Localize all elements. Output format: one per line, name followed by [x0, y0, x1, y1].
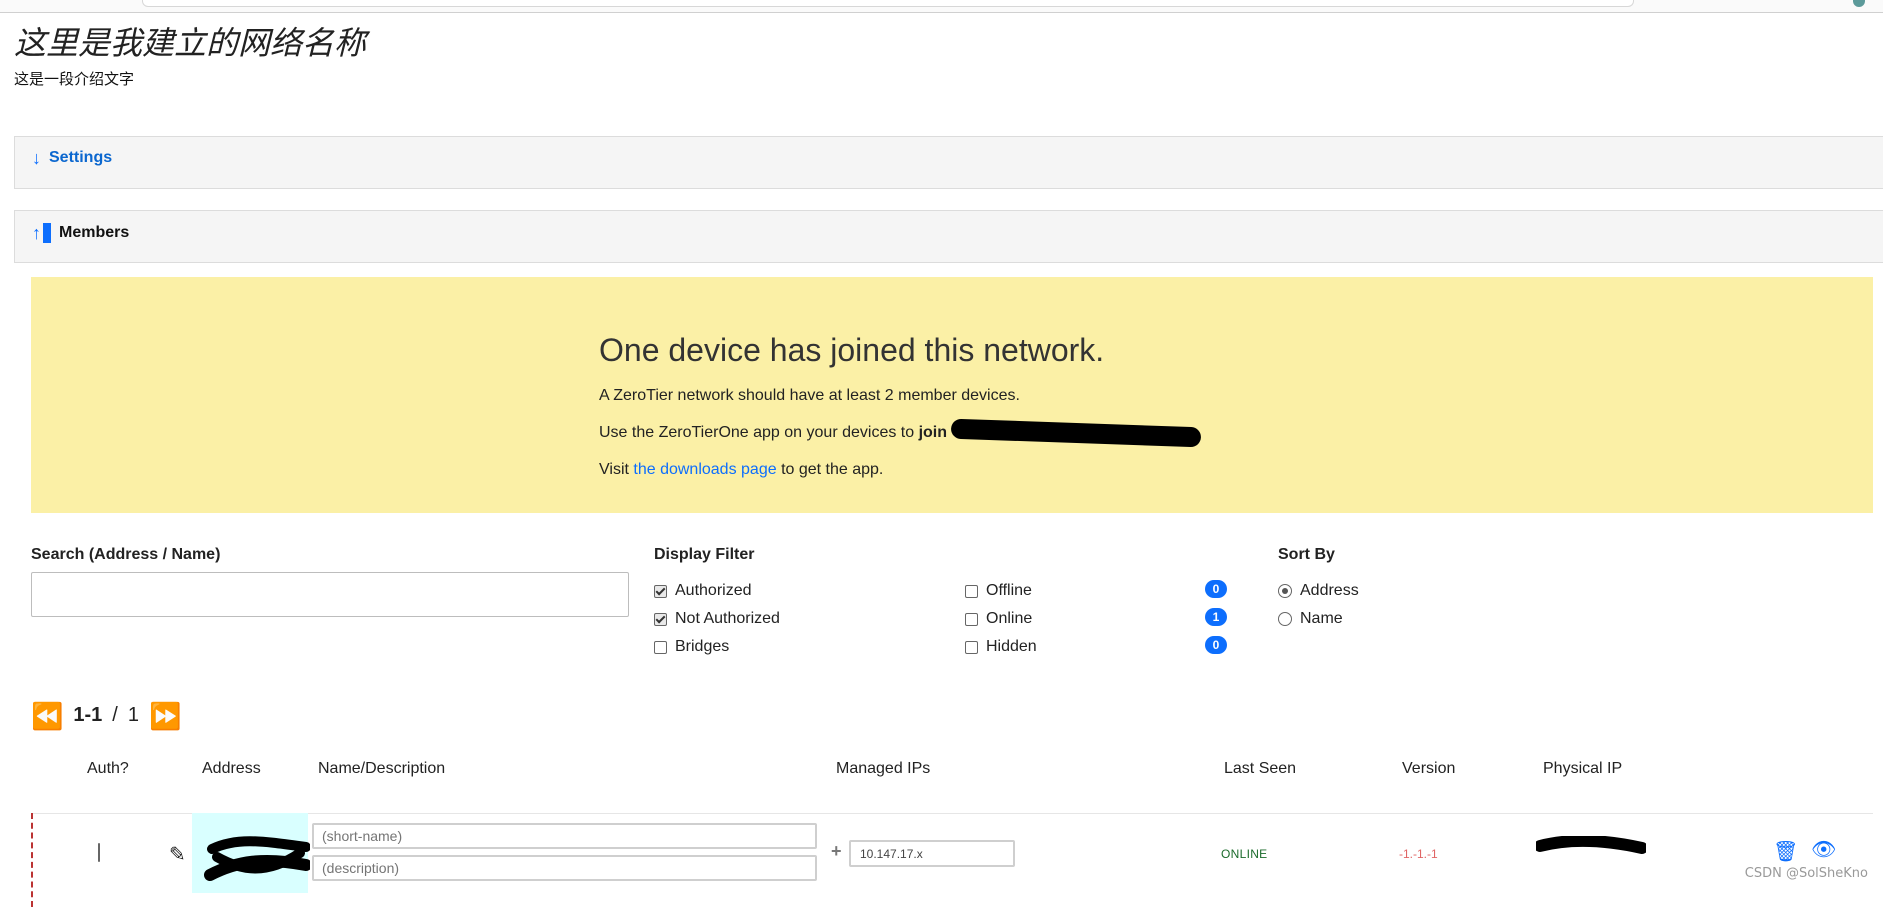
- downloads-link[interactable]: the downloads page: [633, 461, 776, 478]
- checkbox[interactable]: [965, 640, 978, 654]
- filter-online[interactable]: Online: [965, 610, 1032, 628]
- sort-name-label: Name: [1300, 610, 1343, 627]
- checkbox[interactable]: [654, 640, 667, 654]
- notice-headline: One device has joined this network.: [599, 332, 1105, 368]
- top-right-avatar[interactable]: [1853, 0, 1865, 7]
- search-label: Search (Address / Name): [31, 546, 221, 563]
- short-name-input[interactable]: [312, 823, 817, 849]
- managed-ip-field[interactable]: 10.147.17.x: [849, 840, 1015, 867]
- filter-not-authorized-label: Not Authorized: [675, 610, 780, 627]
- eye-slash-icon[interactable]: 👁: [1811, 837, 1836, 862]
- trash-icon[interactable]: 🗑: [1773, 839, 1798, 864]
- redacted-physical-ip: [1536, 836, 1646, 854]
- redacted-address: [204, 836, 310, 881]
- filter-online-label: Online: [986, 610, 1033, 627]
- fast-forward-icon[interactable]: ⏩: [149, 703, 181, 729]
- notice-line2: Use the ZeroTierOne app on your devices …: [599, 418, 1299, 448]
- text-cursor: [43, 223, 51, 243]
- members-table-header: Auth? Address Name/Description Managed I…: [31, 760, 1873, 788]
- arrow-down-icon: ↓: [32, 148, 41, 168]
- sort-address-label: Address: [1300, 582, 1359, 599]
- sort-label: Sort By: [1278, 546, 1335, 563]
- filter-not-authorized[interactable]: Not Authorized: [654, 610, 780, 628]
- th-address: Address: [202, 760, 261, 777]
- address-cell[interactable]: [192, 813, 310, 893]
- notice-line2-prefix: Use the ZeroTierOne app on your devices …: [599, 424, 919, 442]
- arrow-up-icon: ↑: [32, 223, 41, 243]
- settings-toggle[interactable]: ↓ Settings: [32, 149, 112, 167]
- checkbox[interactable]: [965, 584, 978, 598]
- th-auth: Auth?: [87, 760, 129, 777]
- notice-line2-bold: join: [918, 424, 948, 442]
- browser-top-strip: [0, 0, 1883, 13]
- radio[interactable]: [1278, 612, 1292, 626]
- top-search-bar[interactable]: [142, 0, 1634, 7]
- search-input[interactable]: [31, 572, 629, 617]
- plus-icon[interactable]: +: [831, 841, 842, 862]
- filter-bridges[interactable]: Bridges: [654, 638, 729, 656]
- checkbox[interactable]: [654, 612, 667, 626]
- filter-offline-label: Offline: [986, 582, 1032, 599]
- checkbox[interactable]: [654, 584, 667, 598]
- watermark: CSDN @SolSheKno: [1744, 866, 1868, 881]
- members-toggle[interactable]: ↑ Members: [32, 223, 129, 243]
- last-seen-status: ONLINE: [1221, 847, 1268, 861]
- th-managed-ips: Managed IPs: [836, 760, 931, 777]
- offline-count-badge: 0: [1205, 580, 1227, 598]
- pager-range: 1-1: [73, 704, 103, 726]
- settings-label: Settings: [49, 149, 113, 166]
- th-physical-ip: Physical IP: [1543, 760, 1623, 777]
- notice-line3-suffix: to get the app.: [776, 461, 884, 478]
- display-filter-block: Display Filter Authorized Not Authorized…: [654, 546, 1227, 655]
- filter-authorized[interactable]: Authorized: [654, 582, 752, 600]
- th-last-seen: Last Seen: [1224, 760, 1297, 777]
- row-status-line: [31, 813, 33, 907]
- notice-panel: One device has joined this network. A Ze…: [31, 277, 1873, 513]
- notice-line1: A ZeroTier network should have at least …: [599, 387, 1020, 404]
- hidden-count-badge: 0: [1205, 636, 1227, 654]
- redacted-network-id: [951, 418, 1202, 448]
- online-count-badge: 1: [1205, 608, 1227, 626]
- notice-line3: Visit the downloads page to get the app.: [599, 461, 1299, 479]
- search-block: Search (Address / Name): [31, 546, 629, 617]
- description-input[interactable]: [312, 855, 817, 881]
- notice-line3-prefix: Visit: [599, 461, 634, 478]
- pager-separator: /: [112, 704, 118, 726]
- members-section: ↑ Members: [14, 210, 1883, 263]
- filter-authorized-label: Authorized: [675, 582, 752, 599]
- pencil-icon[interactable]: ✎: [169, 842, 186, 867]
- checkbox[interactable]: [98, 843, 100, 862]
- managed-ip-value: 10.147.17.x: [860, 846, 923, 861]
- sort-name[interactable]: Name: [1278, 610, 1343, 628]
- page: 这里是我建立的网络名称 这是一段介绍文字 ↓ Settings ↑ Member…: [14, 16, 1883, 907]
- page-subtitle: 这是一段介绍文字: [14, 70, 135, 88]
- page-title: 这里是我建立的网络名称: [14, 24, 367, 62]
- display-filter-grid: Authorized Not Authorized Bridges Offlin…: [654, 580, 1227, 672]
- notice-content: One device has joined this network. A Ze…: [599, 332, 1299, 497]
- filter-bridges-label: Bridges: [675, 638, 730, 655]
- th-name-description: Name/Description: [318, 760, 446, 777]
- rewind-icon[interactable]: ⏪: [31, 703, 63, 729]
- radio[interactable]: [1278, 584, 1292, 598]
- filter-hidden[interactable]: Hidden: [965, 638, 1037, 656]
- display-filter-label: Display Filter: [654, 546, 755, 563]
- th-version: Version: [1402, 760, 1456, 777]
- filter-offline[interactable]: Offline: [965, 582, 1032, 600]
- members-label: Members: [59, 224, 130, 241]
- pagination: ⏪ 1-1 / 1 ⏩: [31, 703, 181, 729]
- sort-block: Sort By Address Name: [1278, 546, 1528, 627]
- settings-section: ↓ Settings: [14, 136, 1883, 189]
- filter-hidden-label: Hidden: [986, 638, 1037, 655]
- controls: Search (Address / Name) Display Filter A…: [31, 546, 1873, 686]
- pager-total: 1: [127, 704, 139, 726]
- auth-checkbox[interactable]: [98, 843, 100, 862]
- sort-address[interactable]: Address: [1278, 582, 1359, 600]
- table-row: ✎ + 10.147.17.x ONLINE -1.-1.-1 🗑 👁: [31, 813, 1873, 907]
- checkbox[interactable]: [965, 612, 978, 626]
- client-version: -1.-1.-1: [1399, 847, 1438, 861]
